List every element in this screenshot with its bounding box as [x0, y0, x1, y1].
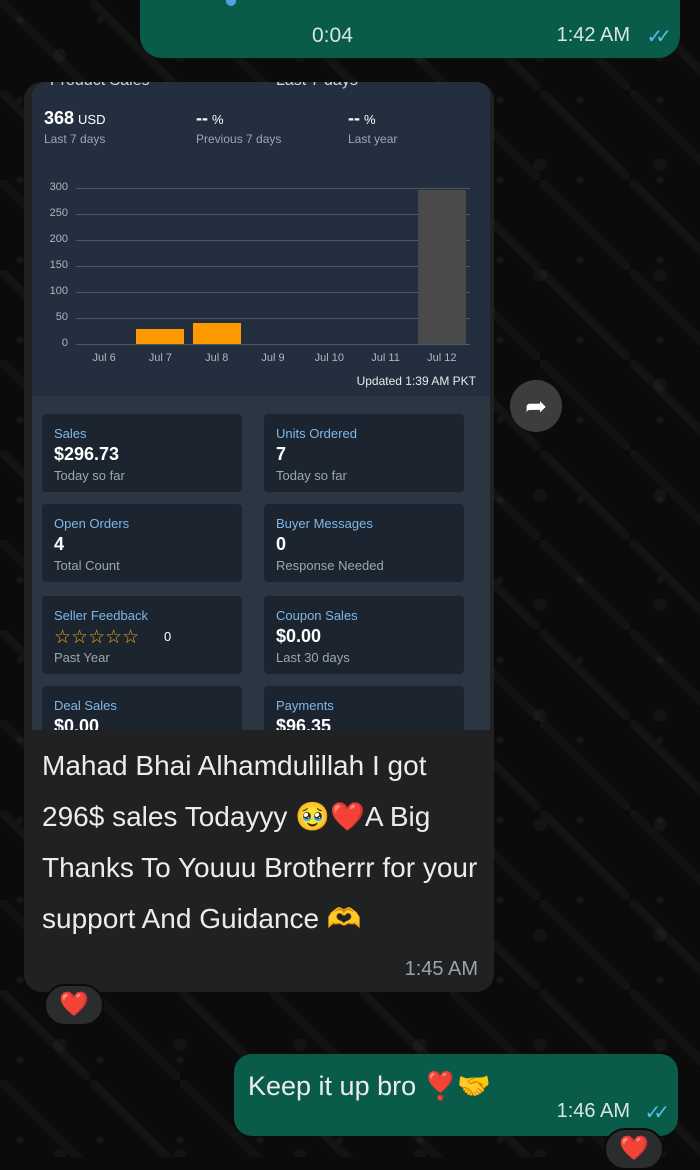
chart-gridline	[76, 318, 470, 319]
card-seller-feedback[interactable]: Seller Feedback ☆☆☆☆☆ 0 Past Year	[42, 596, 242, 674]
heart-reaction-icon[interactable]: ❤️	[44, 984, 104, 1026]
summary-last-year: --% Last year	[348, 108, 398, 146]
chart-x-tick-label: Jul 10	[314, 352, 344, 364]
outgoing-reply-bubble[interactable]: Keep it up bro ❣️🤝 1:46 AM ✓✓	[234, 1054, 678, 1136]
chart-y-tick-label: 0	[61, 337, 68, 349]
card-deal-sales[interactable]: Deal Sales $0.00	[42, 686, 242, 730]
read-ticks-icon: ✓✓	[646, 26, 671, 48]
card-open-orders[interactable]: Open Orders 4 Total Count	[42, 504, 242, 582]
chart-gridline	[76, 214, 470, 215]
read-ticks-icon: ✓✓	[644, 1102, 669, 1124]
voice-message-bubble[interactable]: 0:04 1:42 AM ✓✓	[140, 0, 680, 58]
mic-icon	[226, 0, 236, 6]
metrics-grid: Sales $296.73 Today so far Units Ordered…	[32, 396, 490, 730]
sales-dashboard-image[interactable]: Product Sales Last 7 days 368USD Last 7 …	[32, 82, 490, 730]
message-time: 1:42 AM	[556, 24, 630, 46]
card-sales[interactable]: Sales $296.73 Today so far	[42, 414, 242, 492]
heart-reaction-icon[interactable]: ❤️	[604, 1128, 664, 1170]
product-sales-label: Product Sales	[50, 82, 150, 90]
chart-y-tick-label: 50	[55, 311, 68, 323]
voice-duration: 0:04	[312, 24, 353, 47]
card-buyer-messages[interactable]: Buyer Messages 0 Response Needed	[264, 504, 464, 582]
chart-y-tick-label: 300	[49, 181, 68, 193]
chart-gridline	[76, 344, 470, 345]
chart-y-tick-label: 100	[49, 285, 68, 297]
chart-gridline	[76, 188, 470, 189]
card-units-ordered[interactable]: Units Ordered 7 Today so far	[264, 414, 464, 492]
sales-bar-chart: 0 50 100 150 200 250 300 Jul 6 Jul 7 Jul 8 Jul 9 Ju…	[32, 178, 490, 368]
summary-total: 368 USD Last 7 days	[44, 108, 106, 146]
chart-gridline	[76, 292, 470, 293]
incoming-message-time: 1:45 AM	[404, 958, 478, 980]
incoming-image-bubble[interactable]: Product Sales Last 7 days 368USD Last 7 …	[24, 82, 494, 992]
card-payments[interactable]: Payments $96.35	[264, 686, 464, 730]
updated-timestamp: Updated 1:39 AM PKT	[356, 374, 476, 388]
chart-x-tick-label: Jul 7	[148, 352, 173, 364]
star-rating-icon: ☆☆☆☆☆	[54, 627, 140, 648]
card-coupon-sales[interactable]: Coupon Sales $0.00 Last 30 days	[264, 596, 464, 674]
chart-gridline	[76, 240, 470, 241]
summary-previous: --% Previous 7 days	[196, 108, 282, 146]
chart-gridline	[76, 266, 470, 267]
chart-bar	[136, 328, 185, 344]
chart-bar	[417, 190, 466, 344]
forward-icon[interactable]: ➦	[510, 380, 562, 432]
reply-text: Keep it up bro ❣️🤝	[248, 1071, 491, 1101]
incoming-message-text: Mahad Bhai Alhamdulillah I got 296$ sale…	[42, 750, 478, 934]
reply-time: 1:46 AM	[556, 1100, 630, 1122]
chart-x-tick-label: Jul 12	[427, 352, 457, 364]
chart-x-tick-label: Jul 6	[92, 352, 116, 364]
chart-y-tick-label: 150	[49, 259, 68, 271]
chart-y-tick-label: 250	[49, 207, 68, 219]
chart-x-tick-label: Jul 9	[261, 352, 285, 364]
chart-x-tick-label: Jul 11	[371, 352, 400, 364]
chart-y-tick-label: 200	[49, 233, 68, 245]
chart-bar	[192, 322, 241, 344]
date-range-label: Last 7 days	[276, 82, 358, 90]
dashboard-top-labels: Product Sales Last 7 days	[32, 82, 490, 94]
chart-x-tick-label: Jul 8	[205, 352, 229, 364]
